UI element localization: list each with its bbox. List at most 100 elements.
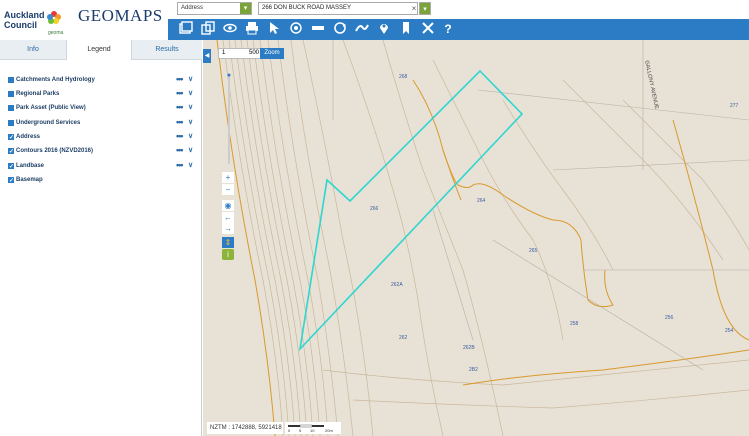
- layer-checkbox[interactable]: [8, 105, 14, 111]
- collapse-panel-icon[interactable]: ◀: [203, 49, 211, 63]
- more-options-icon[interactable]: •••: [176, 88, 184, 98]
- locate-icon[interactable]: [288, 21, 304, 37]
- search-type-select[interactable]: Address ▾: [177, 2, 252, 15]
- chevron-down-icon[interactable]: ∨: [188, 117, 193, 129]
- layer-row[interactable]: Contours 2016 (NZVD2016) ••• ∨: [8, 145, 198, 158]
- route-icon[interactable]: [354, 21, 370, 37]
- map-toolbar: ?: [168, 19, 749, 40]
- address-number: 2B2: [469, 367, 478, 373]
- layer-checkbox-checked[interactable]: [8, 132, 14, 144]
- pointer-icon[interactable]: [266, 21, 282, 37]
- address-number: 254: [725, 328, 734, 334]
- address-number: 277: [730, 103, 739, 109]
- measure-icon[interactable]: [310, 21, 326, 37]
- scale-bar-label: 5: [299, 428, 302, 433]
- layer-checkbox-checked[interactable]: [8, 175, 14, 187]
- council-flower-icon: [47, 11, 61, 24]
- map-canvas[interactable]: GALLONY AVENUE 268 277 264 266 265 262A …: [203, 40, 749, 436]
- address-number: 262: [399, 335, 408, 341]
- layer-row[interactable]: Underground Services ••• ∨: [8, 117, 198, 129]
- layer-label: Landbase: [16, 163, 45, 169]
- layer-row[interactable]: Park Asset (Public View) ••• ∨: [8, 102, 198, 114]
- chevron-down-icon[interactable]: ∨: [188, 88, 193, 100]
- auckland-council-logo[interactable]: Auckland Council geoma: [4, 6, 66, 36]
- chevron-down-icon[interactable]: ∨: [188, 131, 193, 143]
- left-panel: Info Legend Results Catchments And Hydro…: [0, 40, 202, 436]
- globe-icon[interactable]: ◉: [222, 200, 234, 211]
- zoom-slider-track[interactable]: [228, 76, 230, 164]
- layer-label: Address: [16, 134, 41, 140]
- layer-checkbox[interactable]: [8, 120, 14, 126]
- layer-label: Regional Parks: [16, 91, 60, 97]
- panel-tabs: Info Legend Results: [0, 40, 202, 60]
- layers-icon[interactable]: [178, 21, 194, 37]
- layer-row[interactable]: Basemap: [8, 174, 198, 187]
- more-options-icon[interactable]: •••: [176, 117, 184, 127]
- address-dropdown-icon[interactable]: ▾: [419, 2, 431, 15]
- scale-value: 500: [248, 50, 259, 56]
- zoom-button[interactable]: Zoom: [260, 48, 284, 59]
- chevron-down-icon[interactable]: ∨: [188, 145, 193, 157]
- back-arrow-icon[interactable]: ←: [222, 212, 234, 223]
- marker-icon[interactable]: [376, 21, 392, 37]
- layer-label: Contours 2016 (NZVD2016): [16, 148, 94, 154]
- tab-info[interactable]: Info: [0, 40, 66, 60]
- more-options-icon[interactable]: •••: [176, 145, 184, 155]
- zoom-out-button[interactable]: −: [222, 184, 234, 195]
- scale-bar-label: 20m: [325, 428, 333, 433]
- layer-row[interactable]: Address ••• ∨: [8, 131, 198, 144]
- address-search-input[interactable]: 266 DON BUCK ROAD MASSEY: [258, 2, 418, 15]
- address-number: 265: [529, 248, 538, 254]
- scale-bar: 0 5 10 20m: [285, 422, 341, 434]
- more-options-icon[interactable]: •••: [176, 131, 184, 141]
- more-options-icon[interactable]: •••: [176, 74, 184, 84]
- address-number: 256: [665, 315, 674, 321]
- address-number: 264: [477, 198, 486, 204]
- layer-label: Basemap: [16, 177, 43, 183]
- layer-checkbox-checked[interactable]: [8, 161, 14, 173]
- refresh-icon[interactable]: [332, 21, 348, 37]
- logo-sub: geoma: [48, 30, 64, 36]
- pan-icon[interactable]: ⇕: [222, 237, 234, 248]
- logo-line1: Auckland: [4, 10, 45, 20]
- forward-arrow-icon[interactable]: →: [222, 223, 234, 234]
- tab-results[interactable]: Results: [132, 40, 202, 60]
- info-icon[interactable]: i: [222, 249, 234, 260]
- more-options-icon[interactable]: •••: [176, 160, 184, 170]
- copy-icon[interactable]: [200, 21, 216, 37]
- layer-checkbox-checked[interactable]: [8, 146, 14, 158]
- scale-bar-label: 0: [288, 428, 291, 433]
- chevron-down-icon[interactable]: ∨: [188, 102, 193, 114]
- address-number: 262A: [391, 282, 403, 288]
- zoom-slider-handle[interactable]: ●: [225, 72, 233, 80]
- chevron-down-icon[interactable]: ▾: [240, 3, 251, 14]
- print-icon[interactable]: [244, 21, 260, 37]
- bookmark-icon[interactable]: [398, 21, 414, 37]
- address-number: 268: [399, 74, 408, 80]
- layer-row[interactable]: Landbase ••• ∨: [8, 160, 198, 173]
- layer-checkbox[interactable]: [8, 77, 14, 83]
- search-type-value: Address: [181, 5, 204, 11]
- layer-row[interactable]: Catchments And Hydrology ••• ∨: [8, 74, 198, 86]
- help-icon[interactable]: ?: [440, 21, 456, 37]
- zoom-in-button[interactable]: +: [222, 172, 234, 183]
- chevron-down-icon[interactable]: ∨: [188, 74, 193, 86]
- zoom-slider[interactable]: ●: [225, 70, 233, 165]
- address-number: 266: [370, 206, 379, 212]
- eye-icon[interactable]: [222, 21, 238, 37]
- clear-search-icon[interactable]: ×: [409, 2, 419, 15]
- layer-row[interactable]: Regional Parks ••• ∨: [8, 88, 198, 100]
- more-options-icon[interactable]: •••: [176, 102, 184, 112]
- tools-icon[interactable]: [420, 21, 436, 37]
- layer-checkbox[interactable]: [8, 91, 14, 97]
- tab-legend[interactable]: Legend: [66, 40, 132, 60]
- address-number: 262B: [463, 345, 475, 351]
- logo-line2: Council: [4, 20, 37, 30]
- layer-label: Catchments And Hydrology: [16, 77, 95, 83]
- chevron-down-icon[interactable]: ∨: [188, 160, 193, 172]
- address-number: 258: [570, 321, 579, 327]
- scale-input[interactable]: 1 500: [218, 48, 262, 59]
- app-title: GEOMAPS: [78, 6, 163, 25]
- scale-bar-label: 10: [310, 428, 315, 433]
- layer-label: Underground Services: [16, 120, 81, 126]
